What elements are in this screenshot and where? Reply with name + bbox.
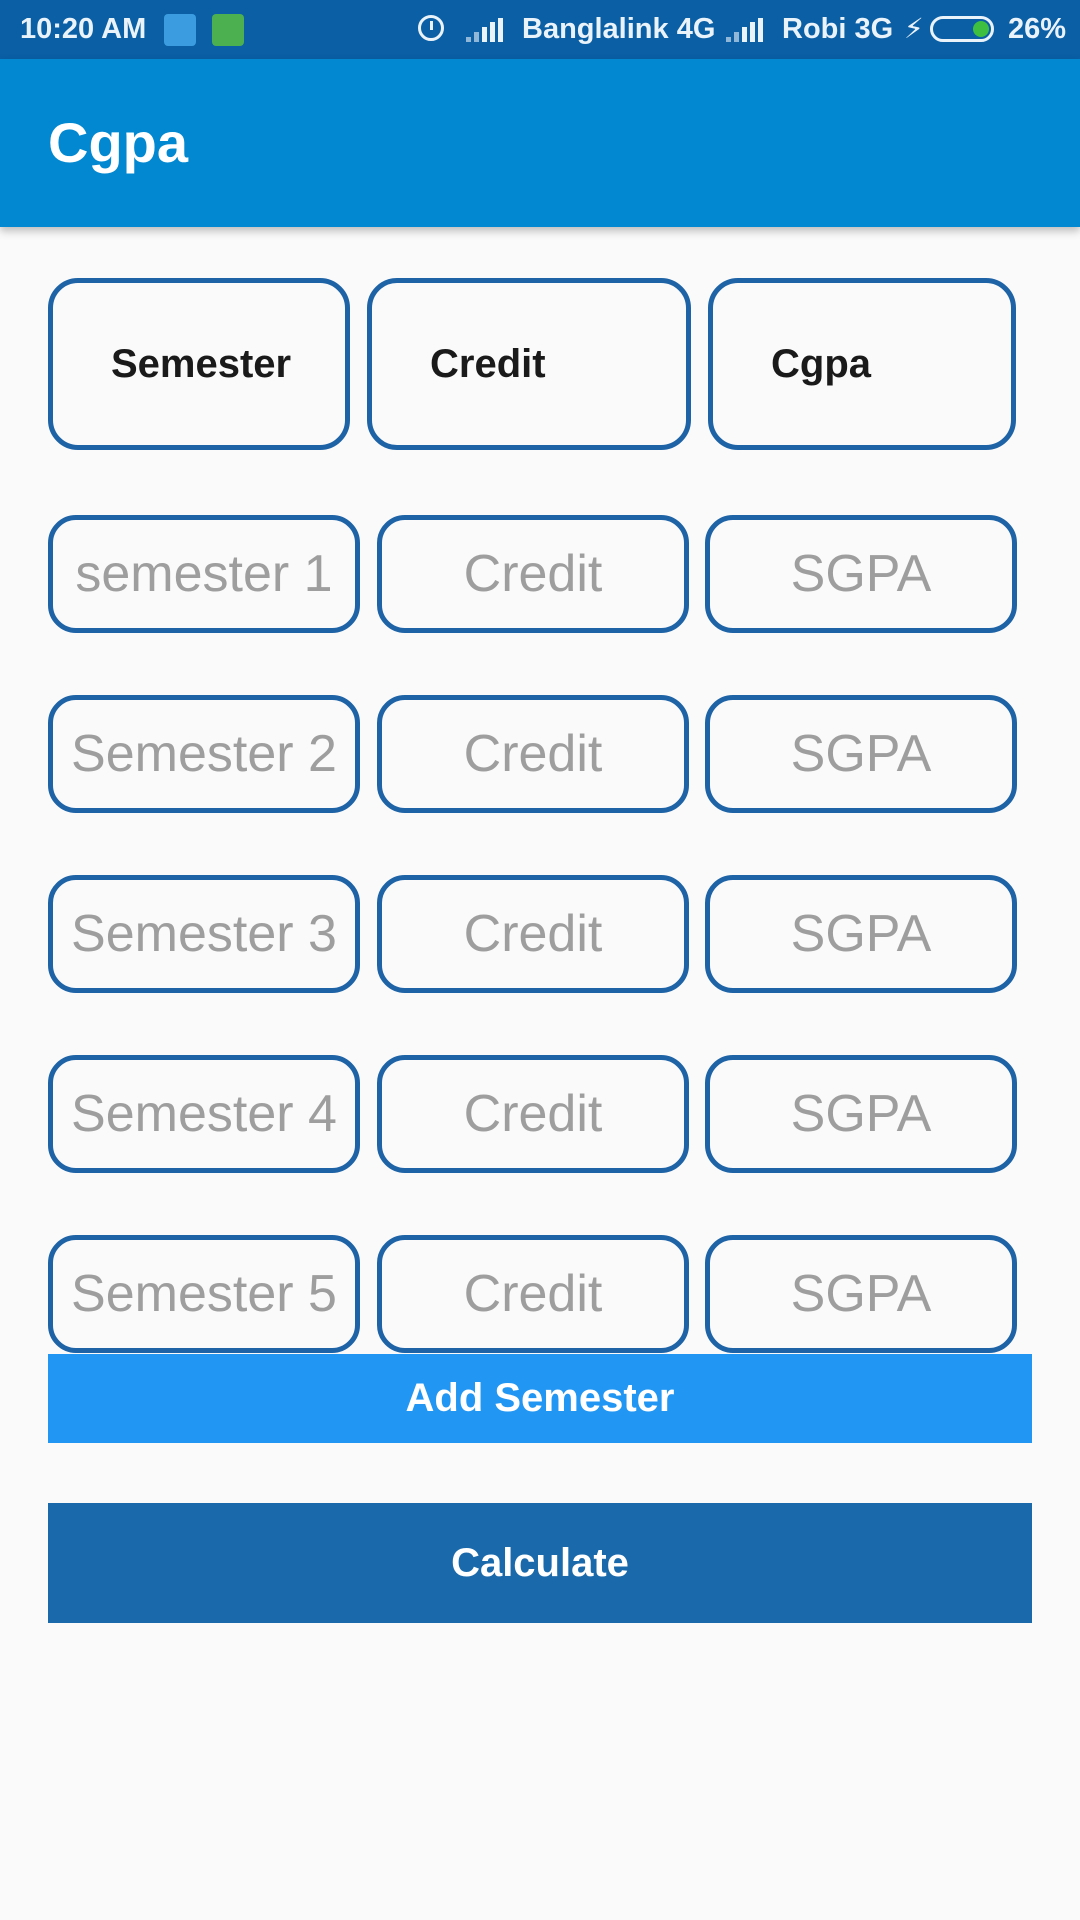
app-title: Cgpa	[48, 111, 188, 174]
header-cgpa-label: Cgpa	[771, 341, 871, 386]
header-semester: Semester	[48, 278, 350, 450]
credit-5-input[interactable]	[377, 1235, 689, 1353]
android-icon	[212, 14, 244, 46]
app-bar: Cgpa	[0, 59, 1080, 227]
charging-icon: ⚡	[904, 13, 924, 44]
calculate-button[interactable]: Calculate	[48, 1503, 1032, 1623]
credit-3-input[interactable]	[377, 875, 689, 993]
semester-5-input[interactable]	[48, 1235, 360, 1353]
sgpa-4-input[interactable]	[705, 1055, 1017, 1173]
status-bar: 10:20 AM Banglalink 4G Robi 3G ⚡ 26%	[0, 0, 1080, 59]
credit-2-input[interactable]	[377, 695, 689, 813]
sgpa-2-input[interactable]	[705, 695, 1017, 813]
credit-4-input[interactable]	[377, 1055, 689, 1173]
sgpa-3-input[interactable]	[705, 875, 1017, 993]
semester-2-input[interactable]	[48, 695, 360, 813]
battery-percent: 26%	[1008, 13, 1067, 45]
signal-icon	[466, 18, 506, 42]
signal-icon-2	[726, 18, 766, 42]
alarm-icon	[418, 15, 444, 41]
header-credit: Credit	[367, 278, 691, 450]
semester-4-input[interactable]	[48, 1055, 360, 1173]
sgpa-1-input[interactable]	[705, 515, 1017, 633]
sgpa-5-input[interactable]	[705, 1235, 1017, 1353]
status-time: 10:20 AM	[20, 13, 147, 45]
header-credit-label: Credit	[430, 341, 546, 386]
header-semester-label: Semester	[111, 341, 292, 386]
credit-1-input[interactable]	[377, 515, 689, 633]
semester-1-input[interactable]	[48, 515, 360, 633]
carrier-1: Banglalink 4G	[522, 13, 716, 45]
header-cgpa: Cgpa	[708, 278, 1016, 450]
carrier-2: Robi 3G	[782, 13, 894, 45]
semester-3-input[interactable]	[48, 875, 360, 993]
usb-icon	[164, 14, 196, 46]
add-semester-button[interactable]: Add Semester	[48, 1354, 1032, 1443]
battery-icon	[930, 16, 994, 42]
